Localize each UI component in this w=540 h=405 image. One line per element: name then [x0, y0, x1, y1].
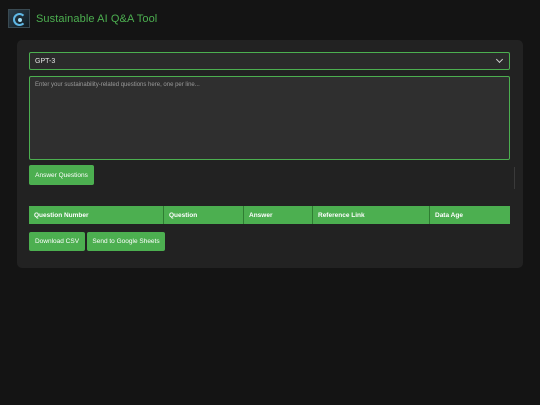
column-header-reference-link: Reference Link — [313, 206, 430, 224]
recycle-globe-icon — [8, 9, 30, 28]
chevron-down-icon — [496, 57, 504, 65]
download-csv-button[interactable]: Download CSV — [29, 232, 85, 251]
column-header-question-number: Question Number — [29, 206, 164, 224]
model-select-value: GPT-3 — [35, 57, 56, 65]
model-select[interactable]: GPT-3 — [29, 52, 510, 70]
column-header-answer: Answer — [244, 206, 313, 224]
column-header-data-age: Data Age — [435, 211, 463, 219]
answer-questions-button[interactable]: Answer Questions — [29, 165, 94, 185]
column-header-question: Question — [164, 206, 244, 224]
main-panel: GPT-3 Answer Questions Question Number Q… — [17, 40, 523, 268]
app-title: Sustainable AI Q&A Tool — [36, 12, 158, 25]
app-header: Sustainable AI Q&A Tool — [8, 9, 157, 28]
results-table-header: Question Number Question Answer Referenc… — [29, 206, 510, 224]
divider — [514, 167, 515, 189]
send-to-google-sheets-button[interactable]: Send to Google Sheets — [87, 232, 165, 251]
questions-input[interactable] — [29, 76, 510, 160]
